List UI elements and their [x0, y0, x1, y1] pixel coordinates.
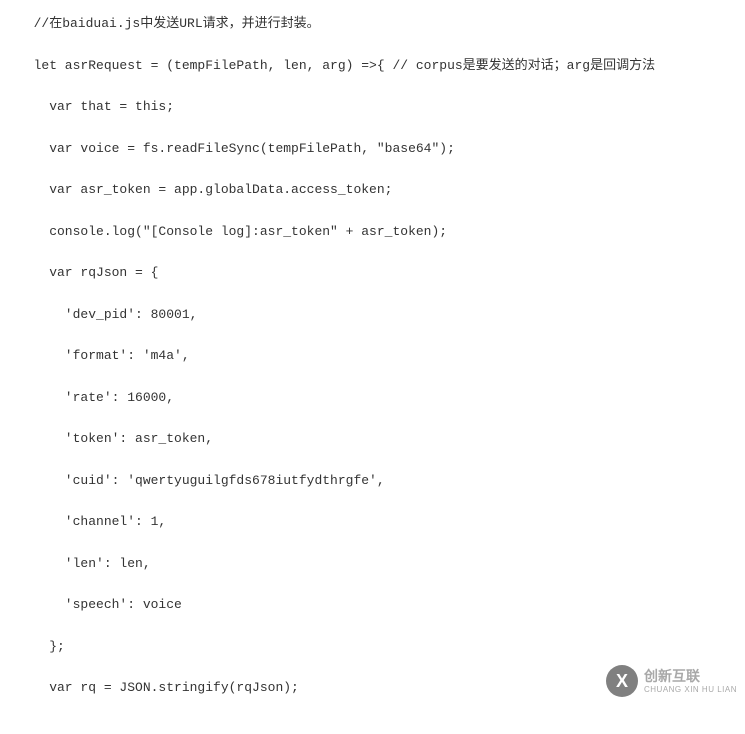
- watermark: X 创新互联 CHUANG XIN HU LIAN: [606, 665, 737, 697]
- code-line: var that = this;: [18, 97, 727, 117]
- code-block: //在baiduai.js中发送URL请求，并进行封装。 let asrRequ…: [0, 0, 745, 734]
- code-line: 'channel': 1,: [18, 512, 727, 532]
- watermark-sub-text: CHUANG XIN HU LIAN: [644, 685, 737, 695]
- code-line: 'token': asr_token,: [18, 429, 727, 449]
- code-line: let asrRequest = (tempFilePath, len, arg…: [18, 56, 727, 76]
- code-line: //在baiduai.js中发送URL请求，并进行封装。: [18, 14, 727, 34]
- watermark-logo-letter: X: [616, 671, 628, 692]
- code-line: 'cuid': 'qwertyuguilgfds678iutfydthrgfe'…: [18, 471, 727, 491]
- code-line: 'speech': voice: [18, 595, 727, 615]
- code-line: var asr_token = app.globalData.access_to…: [18, 180, 727, 200]
- watermark-logo-icon: X: [606, 665, 638, 697]
- code-line: };: [18, 637, 727, 657]
- watermark-main-text: 创新互联: [644, 668, 737, 685]
- code-line: 'dev_pid': 80001,: [18, 305, 727, 325]
- code-line: 'len': len,: [18, 554, 727, 574]
- watermark-text: 创新互联 CHUANG XIN HU LIAN: [644, 668, 737, 694]
- code-line: var voice = fs.readFileSync(tempFilePath…: [18, 139, 727, 159]
- code-line: 'format': 'm4a',: [18, 346, 727, 366]
- code-line: 'rate': 16000,: [18, 388, 727, 408]
- code-line: var rqJson = {: [18, 263, 727, 283]
- code-line: console.log("[Console log]:asr_token" + …: [18, 222, 727, 242]
